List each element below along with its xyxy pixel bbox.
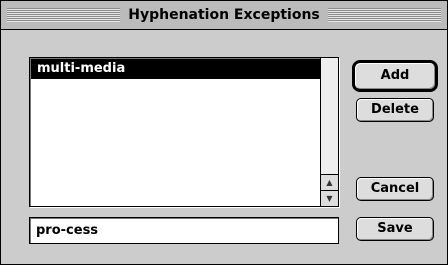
title-bar[interactable]: Hyphenation Exceptions — [1, 1, 447, 30]
arrow-down-icon[interactable]: ▼ — [321, 190, 338, 206]
list-item[interactable]: multi-media — [31, 59, 320, 79]
exceptions-list[interactable]: multi-media ▲ ▼ — [29, 57, 339, 207]
add-button[interactable]: Add — [352, 60, 438, 92]
delete-button[interactable]: Delete — [356, 98, 434, 122]
cancel-button[interactable]: Cancel — [356, 177, 434, 201]
save-button[interactable]: Save — [356, 217, 434, 241]
dialog-title: Hyphenation Exceptions — [120, 5, 328, 25]
list-rows: multi-media — [31, 59, 320, 205]
list-scrollbar[interactable]: ▲ ▼ — [320, 58, 338, 206]
word-input[interactable] — [29, 217, 339, 244]
hyphenation-dialog: Hyphenation Exceptions multi-media ▲ ▼ A… — [0, 0, 448, 265]
arrow-up-icon[interactable]: ▲ — [321, 174, 338, 190]
